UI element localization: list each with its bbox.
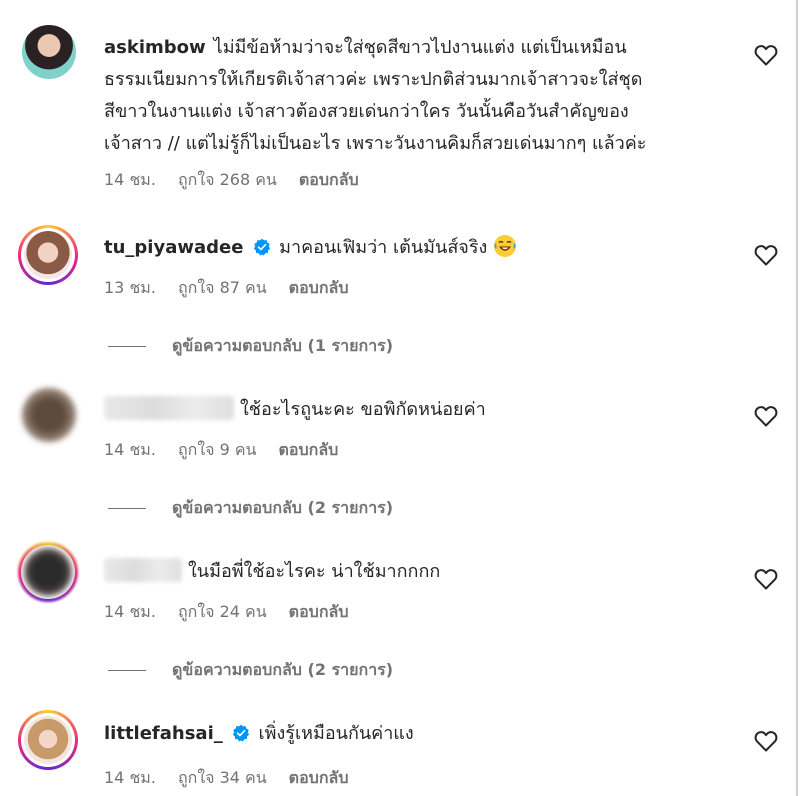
divider (108, 346, 146, 347)
reply-button[interactable]: ตอบกลับ (289, 278, 349, 297)
avatar[interactable] (22, 25, 76, 79)
view-replies-label: ดูข้อความตอบกลับ (1 รายการ) (172, 336, 394, 355)
reply-button[interactable]: ตอบกลับ (289, 768, 349, 787)
like-count[interactable]: ถูกใจ 87 คน (178, 278, 267, 297)
hidden-username[interactable] (104, 396, 234, 420)
comment-text: ในมือพี่ใช้อะไรคะ น่าใช้มากกกก (188, 561, 441, 582)
comment-meta: 14 ชม. ถูกใจ 9 คน ตอบกลับ (104, 438, 360, 463)
comment-time[interactable]: 14 ชม. (104, 440, 156, 459)
verified-badge-icon (254, 238, 271, 256)
comment-time[interactable]: 13 ชม. (104, 278, 156, 297)
view-replies-button[interactable]: ดูข้อความตอบกลับ (1 รายการ) (108, 334, 393, 359)
reply-button[interactable]: ตอบกลับ (299, 170, 359, 189)
comment-text: เพิ่งรู้เหมือนกันค่าแง (258, 723, 414, 744)
comment-text: เจ้าสาว // แต่ไม่รู้ก็ไม่เป็นอะไร เพราะว… (104, 133, 647, 154)
verified-badge-icon (233, 724, 250, 742)
like-count[interactable]: ถูกใจ 24 คน (178, 602, 267, 621)
heart-icon[interactable] (754, 244, 778, 266)
comment-time[interactable]: 14 ชม. (104, 170, 156, 189)
comment-text: ไม่มีข้อห้ามว่าจะใส่ชุดสีขาวไปงานแต่ง แต… (213, 37, 627, 58)
like-count[interactable]: ถูกใจ 34 คน (178, 768, 267, 787)
avatar[interactable] (18, 710, 78, 770)
comments-panel: askimbow ไม่มีข้อห้ามว่าจะใส่ชุดสีขาวไปงา… (0, 0, 798, 796)
avatar[interactable] (22, 388, 76, 442)
reply-button[interactable]: ตอบกลับ (289, 602, 349, 621)
comment-time[interactable]: 14 ชม. (104, 602, 156, 621)
avatar[interactable] (18, 225, 78, 285)
heart-icon[interactable] (754, 568, 778, 590)
divider (108, 508, 146, 509)
divider (108, 670, 146, 671)
like-count[interactable]: ถูกใจ 9 คน (178, 440, 257, 459)
comment-text: มาคอนเฟิมว่า เต้นมันส์จริง (279, 237, 488, 258)
comment-meta: 14 ชม. ถูกใจ 24 คน ตอบกลับ (104, 600, 370, 625)
comment-username[interactable]: littlefahsai_ (104, 723, 223, 744)
view-replies-button[interactable]: ดูข้อความตอบกลับ (2 รายการ) (108, 658, 393, 683)
view-replies-button[interactable]: ดูข้อความตอบกลับ (2 รายการ) (108, 496, 393, 521)
comment-text: สีขาวในงานแต่ง เจ้าสาวต้องสวยเด่นกว่าใคร… (104, 101, 629, 122)
reply-button[interactable]: ตอบกลับ (279, 440, 339, 459)
heart-icon[interactable] (754, 44, 778, 66)
comment-username[interactable]: tu_piyawadee (104, 237, 243, 258)
heart-icon[interactable] (754, 730, 778, 752)
view-replies-label: ดูข้อความตอบกลับ (2 รายการ) (172, 498, 394, 517)
comment-time[interactable]: 14 ชม. (104, 768, 156, 787)
comment-username[interactable]: askimbow (104, 37, 206, 58)
comment-text: ใช้อะไรถูนะคะ ขอพิกัดหน่อยค่า (240, 399, 486, 420)
comment-meta: 14 ชม. ถูกใจ 34 คน ตอบกลับ (104, 766, 370, 791)
avatar[interactable] (18, 542, 78, 602)
comment-text: ธรรมเนียมการให้เกียรติเจ้าสาวค่ะ เพราะปก… (104, 69, 643, 90)
comment-meta: 14 ชม. ถูกใจ 268 คน ตอบกลับ (104, 168, 381, 193)
view-replies-label: ดูข้อความตอบกลับ (2 รายการ) (172, 660, 394, 679)
comment-meta: 13 ชม. ถูกใจ 87 คน ตอบกลับ (104, 276, 370, 301)
hidden-username[interactable] (104, 558, 182, 582)
like-count[interactable]: ถูกใจ 268 คน (178, 170, 277, 189)
heart-icon[interactable] (754, 405, 778, 427)
laughing-crying-emoji (494, 235, 517, 257)
